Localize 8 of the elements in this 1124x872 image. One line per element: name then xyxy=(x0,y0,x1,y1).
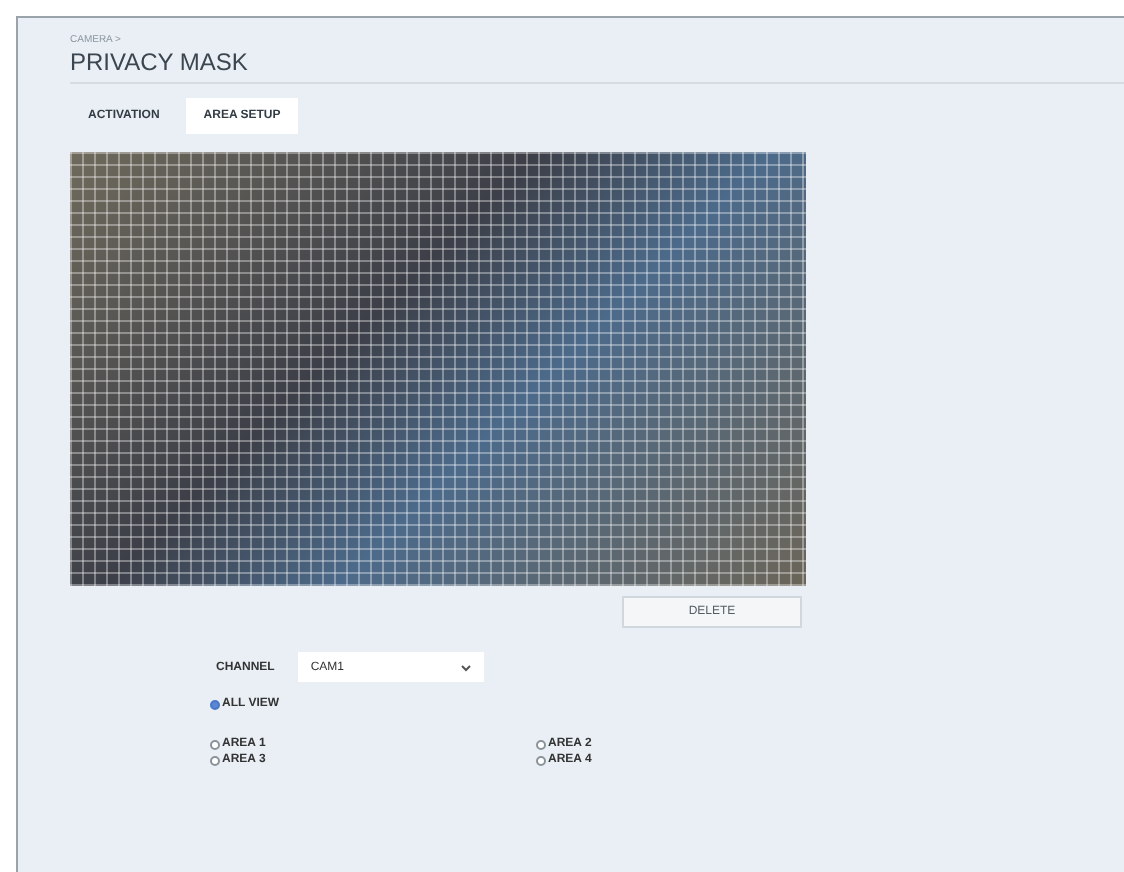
radio-icon[interactable] xyxy=(210,739,220,749)
radio-icon[interactable] xyxy=(536,755,546,765)
camera-video-grid[interactable] xyxy=(70,152,806,586)
radio-icon[interactable] xyxy=(210,699,220,709)
radio-icon[interactable] xyxy=(210,755,220,765)
page-title: PRIVACY MASK xyxy=(70,46,1124,84)
radio-icon[interactable] xyxy=(536,739,546,749)
chevron-down-icon xyxy=(460,663,473,671)
